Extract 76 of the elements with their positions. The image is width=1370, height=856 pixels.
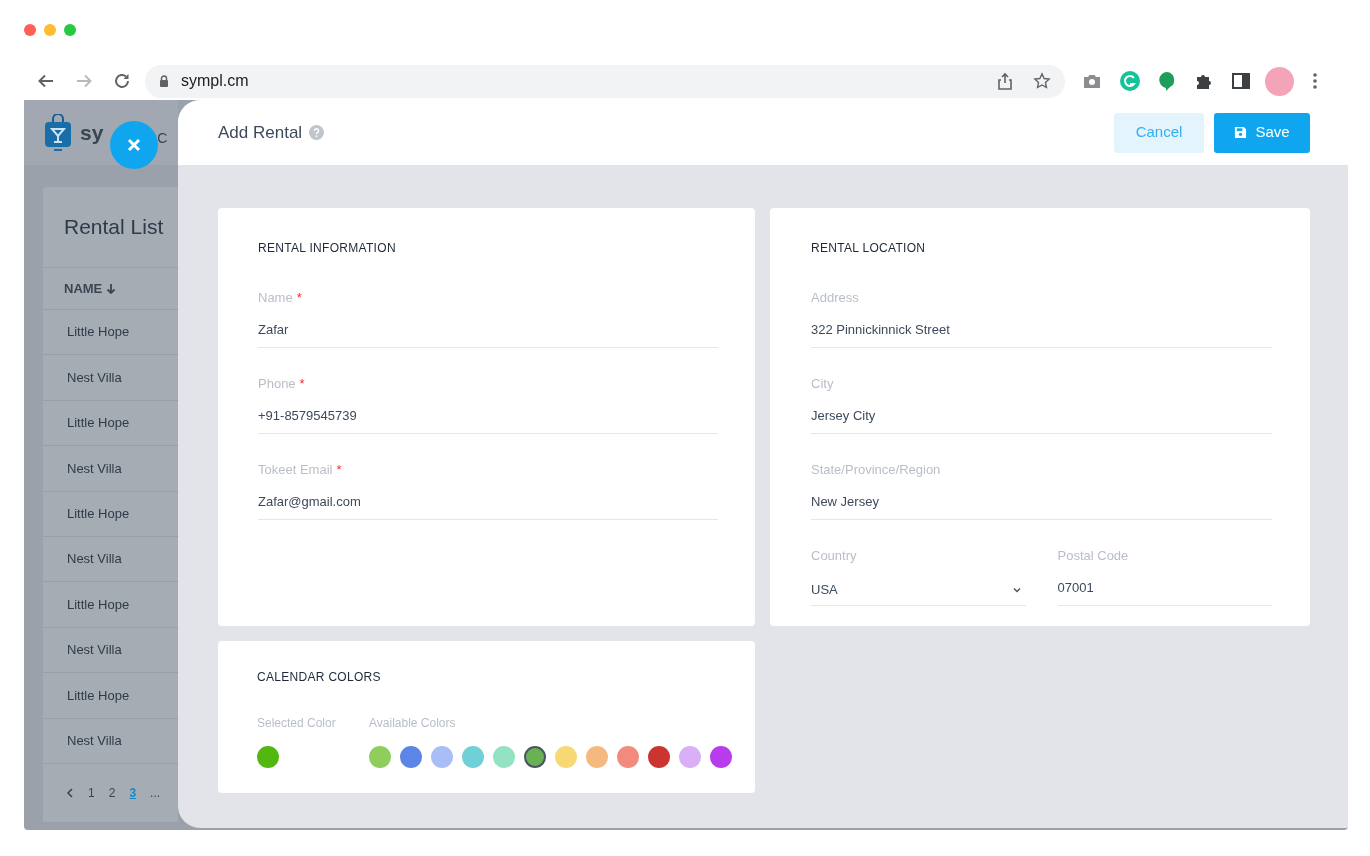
field-label: Country: [811, 547, 857, 566]
field-label: Available Colors: [369, 715, 456, 732]
input-field[interactable]: Zafar@gmail.com: [258, 492, 718, 520]
input-field[interactable]: +91-8579545739: [258, 406, 718, 434]
table-cell-text: Nest Villa: [67, 368, 122, 387]
table-cell-text: Nest Villa: [67, 641, 122, 660]
field-label: City: [811, 375, 834, 394]
section-heading: RENTAL LOCATION: [811, 240, 927, 257]
table-cell-text: Nest Villa: [67, 459, 122, 478]
camera-icon[interactable]: [1083, 73, 1101, 89]
field-label: Address: [811, 289, 859, 308]
section-heading: CALENDAR COLORS: [257, 669, 382, 686]
table-cell-text: Little Hope: [67, 323, 130, 342]
close-icon: [127, 138, 141, 152]
sidebar-icon[interactable]: [1232, 73, 1250, 89]
maximize-window-icon[interactable]: [64, 24, 76, 36]
puzzle-icon[interactable]: [1195, 72, 1213, 90]
required-mark: *: [336, 461, 342, 480]
minimize-window-icon[interactable]: [44, 24, 56, 36]
page-link[interactable]: 1: [88, 783, 95, 802]
table-cell-text: Little Hope: [67, 686, 130, 705]
table-cell-text: Little Hope: [67, 505, 130, 523]
field-label: Postal Code: [1057, 547, 1129, 566]
speech-bubble-icon[interactable]: [1158, 71, 1176, 91]
color-swatch[interactable]: [369, 746, 391, 768]
field-label: Name: [258, 289, 293, 308]
section-heading: RENTAL INFORMATION: [258, 240, 397, 257]
column-header[interactable]: NAME: [64, 278, 103, 299]
page-link[interactable]: ...: [150, 783, 161, 802]
star-icon[interactable]: [1033, 72, 1051, 90]
forward-icon[interactable]: [75, 72, 93, 90]
color-swatch[interactable]: [710, 746, 732, 768]
color-swatch[interactable]: [524, 746, 546, 768]
color-swatch[interactable]: [679, 746, 701, 768]
color-swatch[interactable]: [586, 746, 608, 768]
table-cell-text: Little Hope: [67, 414, 130, 433]
field-label: State/Province/Region: [811, 461, 941, 480]
list-title: Rental List: [64, 214, 164, 241]
previous-page-icon[interactable]: [66, 787, 74, 798]
field-label: Phone: [258, 375, 296, 394]
input-field[interactable]: New Jersey: [811, 492, 1272, 520]
logo-text: sy: [80, 119, 104, 146]
close-window-icon[interactable]: [24, 24, 36, 36]
page-link[interactable]: 2: [108, 783, 116, 802]
color-swatch[interactable]: [648, 746, 670, 768]
shopping-bag-logo-icon: [44, 113, 72, 152]
country-dropdown[interactable]: USA: [811, 578, 1026, 606]
reload-icon[interactable]: [113, 72, 131, 90]
field-label: Selected Color: [257, 715, 337, 732]
share-icon[interactable]: [997, 72, 1013, 90]
profile-avatar[interactable]: [1265, 66, 1294, 96]
input-field[interactable]: 07001: [1057, 578, 1272, 606]
lock-icon: [159, 75, 169, 87]
nav-link[interactable]: C: [157, 128, 168, 149]
color-swatch[interactable]: [462, 746, 484, 768]
table-cell-text: Nest Villa: [67, 550, 122, 569]
input-field[interactable]: Jersey City: [811, 406, 1272, 434]
address-bar[interactable]: sympl.cm: [145, 64, 1065, 98]
input-field[interactable]: 322 Pinnickinnick Street: [811, 320, 1272, 348]
table-cell-text: Nest Villa: [67, 731, 122, 750]
more-menu-icon[interactable]: [1313, 73, 1317, 89]
color-swatch[interactable]: [617, 746, 639, 768]
grammar-extension-icon[interactable]: [1120, 71, 1140, 91]
help-icon[interactable]: [309, 125, 325, 140]
input-field[interactable]: Zafar: [258, 320, 718, 348]
color-swatch[interactable]: [555, 746, 577, 768]
color-swatch[interactable]: [493, 746, 515, 768]
back-icon[interactable]: [37, 72, 55, 90]
required-mark: *: [299, 375, 305, 394]
arrow-down-icon: [106, 283, 117, 294]
required-mark: *: [296, 289, 302, 308]
table-cell-text: Little Hope: [67, 595, 130, 614]
field-label: Tokeet Email: [258, 461, 333, 480]
modal-title: Add Rental: [218, 121, 303, 144]
color-swatch[interactable]: [431, 746, 453, 768]
color-swatch[interactable]: [400, 746, 422, 768]
